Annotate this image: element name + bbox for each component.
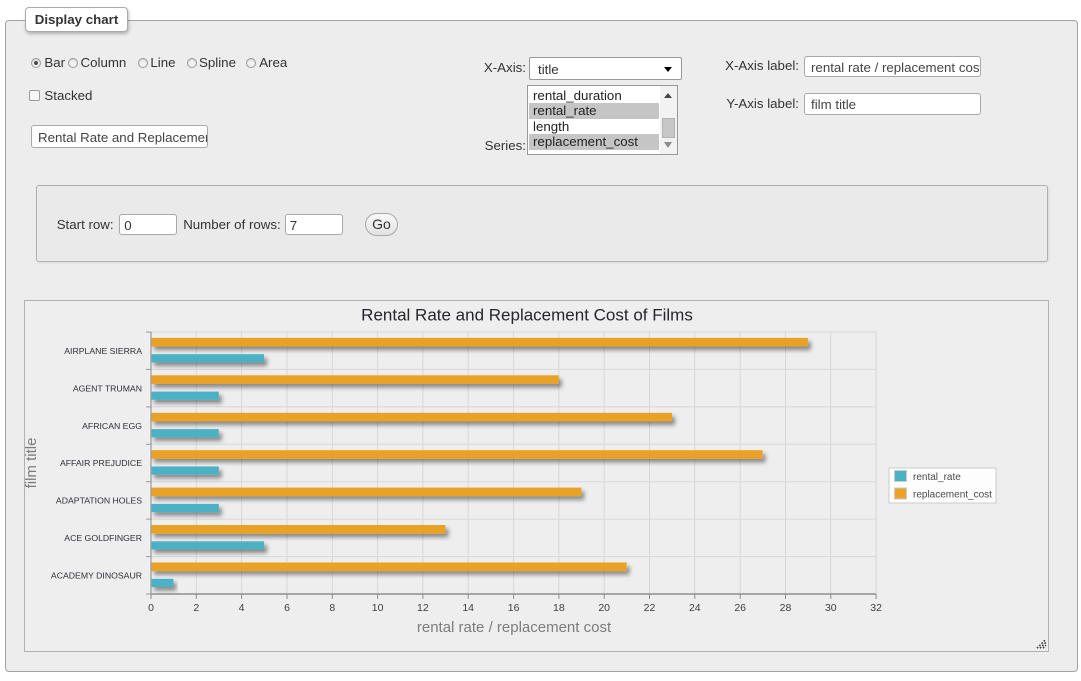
svg-text:28: 28 [780,602,792,614]
svg-text:rental rate / replacement cost: rental rate / replacement cost [417,619,612,636]
svg-text:rental_rate: rental_rate [913,472,961,483]
svg-text:14: 14 [462,602,474,614]
svg-text:AGENT TRUMAN: AGENT TRUMAN [73,383,142,393]
svg-text:0: 0 [148,602,154,614]
svg-text:4: 4 [239,602,245,614]
svg-text:12: 12 [417,602,429,614]
svg-text:24: 24 [689,602,701,614]
svg-text:ACE GOLDFINGER: ACE GOLDFINGER [64,533,142,543]
svg-text:18: 18 [553,602,565,614]
svg-text:32: 32 [870,602,882,614]
svg-text:ADAPTATION HOLES: ADAPTATION HOLES [56,496,142,506]
svg-text:AFFAIR PREJUDICE: AFFAIR PREJUDICE [60,458,142,468]
svg-text:16: 16 [508,602,520,614]
svg-text:20: 20 [598,602,610,614]
svg-text:Rental Rate and Replacement Co: Rental Rate and Replacement Cost of Film… [361,306,693,325]
svg-text:22: 22 [644,602,656,614]
svg-text:AIRPLANE SIERRA: AIRPLANE SIERRA [64,346,142,356]
svg-text:10: 10 [372,602,384,614]
svg-text:6: 6 [284,602,290,614]
svg-text:8: 8 [329,602,335,614]
svg-text:2: 2 [193,602,199,614]
svg-text:26: 26 [734,602,746,614]
svg-text:30: 30 [825,602,837,614]
svg-text:AFRICAN EGG: AFRICAN EGG [82,421,142,431]
svg-text:ACADEMY DINOSAUR: ACADEMY DINOSAUR [51,571,142,581]
svg-text:replacement_cost: replacement_cost [913,490,992,501]
svg-text:film title: film title [25,438,40,489]
